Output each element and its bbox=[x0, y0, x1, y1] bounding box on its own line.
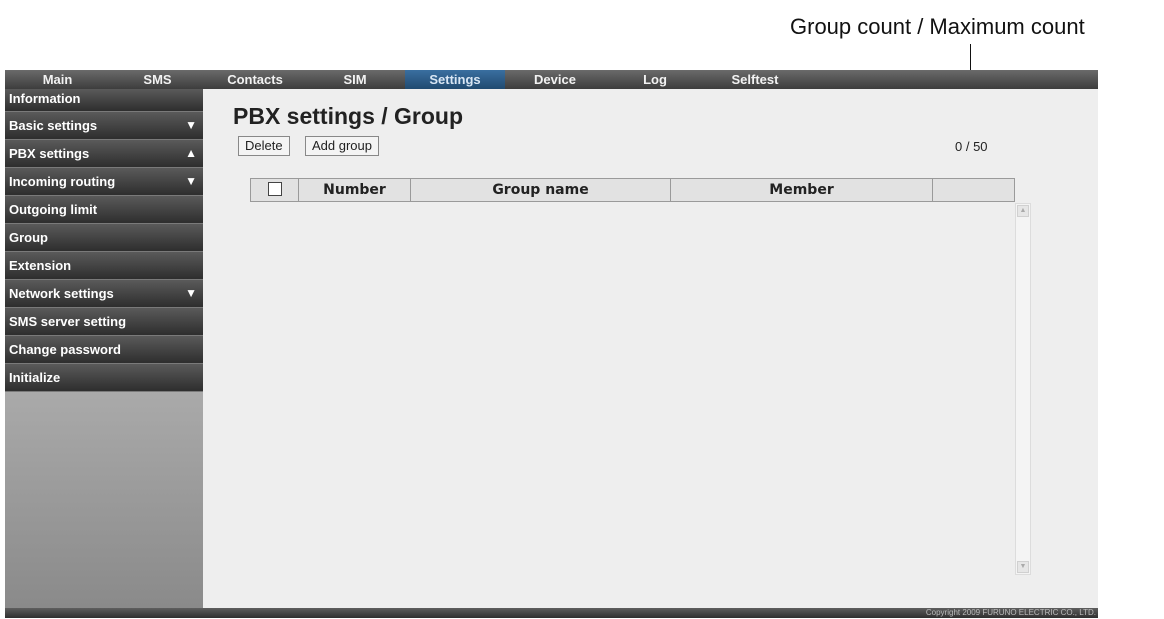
select-all-checkbox[interactable] bbox=[267, 182, 282, 196]
select-all-cell bbox=[251, 179, 299, 201]
nav-log[interactable]: Log bbox=[605, 70, 705, 89]
column-header-member[interactable]: Member bbox=[671, 179, 933, 201]
sidebar-item-network-settings[interactable]: Network settings ▼ bbox=[5, 280, 203, 308]
sidebar-item-label: Initialize bbox=[9, 370, 61, 385]
sidebar-item-label: Basic settings bbox=[9, 118, 98, 133]
callout-annotation: Group count / Maximum count bbox=[790, 14, 1085, 39]
sidebar-item-label: SMS server setting bbox=[9, 314, 127, 329]
sidebar-item-label: Incoming routing bbox=[9, 174, 116, 189]
sidebar-item-label: Information bbox=[9, 91, 81, 106]
sidebar-item-group[interactable]: Group bbox=[5, 224, 203, 252]
scroll-down-icon[interactable]: ▼ bbox=[1017, 561, 1029, 573]
column-header-number[interactable]: Number bbox=[299, 179, 411, 201]
nav-contacts[interactable]: Contacts bbox=[205, 70, 305, 89]
copyright-text: Copyright 2009 FURUNO ELECTRIC CO., LTD. bbox=[925, 608, 1096, 617]
sidebar-item-basic-settings[interactable]: Basic settings ▼ bbox=[5, 112, 203, 140]
add-group-button[interactable]: Add group bbox=[305, 136, 379, 156]
chevron-down-icon: ▼ bbox=[185, 118, 197, 132]
sidebar-item-label: Outgoing limit bbox=[9, 202, 98, 217]
nav-main[interactable]: Main bbox=[5, 70, 110, 89]
sidebar-item-change-password[interactable]: Change password bbox=[5, 336, 203, 364]
sidebar: Information Basic settings ▼ PBX setting… bbox=[5, 89, 203, 608]
table-header: Number Group name Member bbox=[250, 178, 1015, 202]
scroll-up-icon[interactable]: ▲ bbox=[1017, 205, 1029, 217]
sidebar-item-pbx-settings[interactable]: PBX settings ▲ bbox=[5, 140, 203, 168]
sidebar-item-sms-server-setting[interactable]: SMS server setting bbox=[5, 308, 203, 336]
app-window: Main SMS Contacts SIM Settings Device Lo… bbox=[5, 70, 1098, 618]
nav-sms[interactable]: SMS bbox=[110, 70, 205, 89]
nav-device[interactable]: Device bbox=[505, 70, 605, 89]
column-header-spacer bbox=[933, 179, 1014, 201]
page-title: PBX settings / Group bbox=[233, 103, 464, 129]
sidebar-item-outgoing-limit[interactable]: Outgoing limit bbox=[5, 196, 203, 224]
sidebar-item-label: PBX settings bbox=[9, 146, 90, 161]
nav-selftest[interactable]: Selftest bbox=[705, 70, 805, 89]
sidebar-item-information[interactable]: Information bbox=[5, 89, 203, 112]
group-count: 0 / 50 bbox=[955, 139, 988, 154]
chevron-down-icon: ▼ bbox=[185, 174, 197, 188]
column-header-group-name[interactable]: Group name bbox=[411, 179, 671, 201]
sidebar-item-label: Change password bbox=[9, 342, 121, 357]
chevron-down-icon: ▼ bbox=[185, 286, 197, 300]
nav-sim[interactable]: SIM bbox=[305, 70, 405, 89]
top-navigation: Main SMS Contacts SIM Settings Device Lo… bbox=[5, 70, 1098, 89]
main-content: PBX settings / Group Delete Add group 0 … bbox=[203, 89, 1098, 608]
delete-button[interactable]: Delete bbox=[238, 136, 290, 156]
sidebar-item-initialize[interactable]: Initialize bbox=[5, 364, 203, 392]
sidebar-item-incoming-routing[interactable]: Incoming routing ▼ bbox=[5, 168, 203, 196]
nav-settings[interactable]: Settings bbox=[405, 70, 505, 89]
sidebar-item-label: Network settings bbox=[9, 286, 114, 301]
chevron-up-icon: ▲ bbox=[185, 146, 197, 160]
sidebar-item-extension[interactable]: Extension bbox=[5, 252, 203, 280]
table-scrollbar[interactable]: ▲ ▼ bbox=[1015, 203, 1031, 575]
sidebar-item-label: Group bbox=[9, 230, 48, 245]
footer-bar: Copyright 2009 FURUNO ELECTRIC CO., LTD. bbox=[5, 608, 1098, 618]
sidebar-item-label: Extension bbox=[9, 258, 72, 273]
